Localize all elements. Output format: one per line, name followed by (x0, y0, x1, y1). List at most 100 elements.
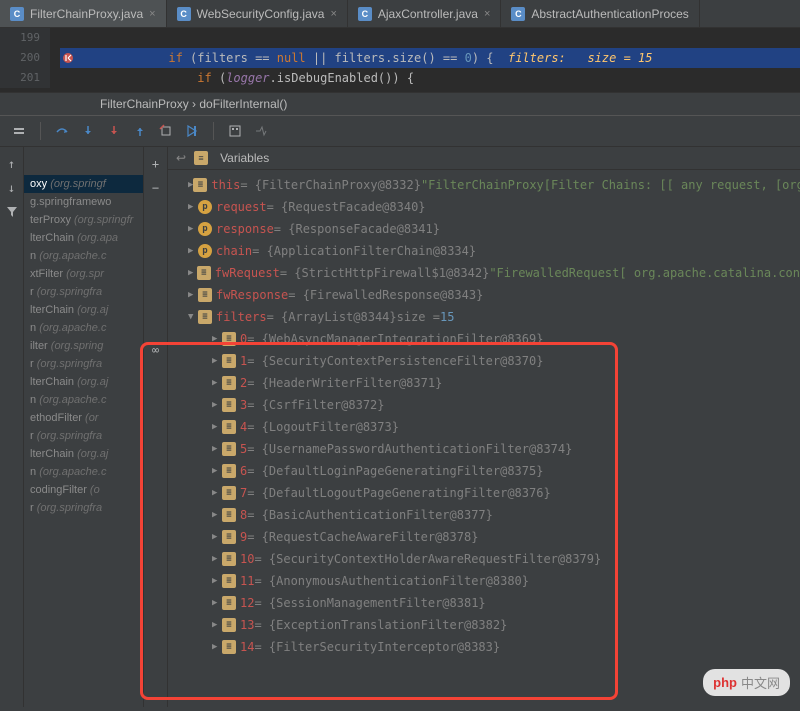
filter-item[interactable]: ▶ ≡ 1 = {SecurityContextPersistenceFilte… (168, 350, 800, 372)
tab-websecurityconfig[interactable]: C WebSecurityConfig.java × (167, 0, 348, 27)
expand-icon[interactable]: ▶ (212, 506, 222, 524)
expand-icon[interactable]: ▶ (188, 220, 198, 238)
tab-label: AbstractAuthenticationProces (531, 7, 688, 21)
variables-header: ↩ ≡ Variables (168, 147, 800, 170)
stack-frame[interactable]: n (org.apache.c (24, 463, 143, 481)
stack-frame[interactable]: r (org.springfra (24, 427, 143, 445)
object-icon: ≡ (222, 530, 236, 544)
evaluate-expression-icon[interactable] (224, 120, 246, 142)
stack-frame[interactable]: r (org.springfra (24, 499, 143, 517)
expand-icon[interactable]: ▶ (212, 484, 222, 502)
stack-frame[interactable]: lterChain (org.aj (24, 373, 143, 391)
filter-item[interactable]: ▶ ≡ 7 = {DefaultLogoutPageGeneratingFilt… (168, 482, 800, 504)
force-step-into-icon[interactable] (103, 120, 125, 142)
stack-frame[interactable]: oxy (org.springf (24, 175, 143, 193)
variables-tree[interactable]: ▶ ≡ this = {FilterChainProxy@8332} "Filt… (168, 170, 800, 662)
breakpoint-icon[interactable] (62, 52, 74, 64)
step-into-icon[interactable] (77, 120, 99, 142)
filter-item[interactable]: ▶ ≡ 11 = {AnonymousAuthenticationFilter@… (168, 570, 800, 592)
stack-frame[interactable]: ilter (org.spring (24, 337, 143, 355)
frames-side-toolbar: ↑ ↓ (0, 147, 24, 707)
variable-row[interactable]: ▶ p chain = {ApplicationFilterChain@8334… (168, 240, 800, 262)
expand-icon[interactable]: ▶ (212, 440, 222, 458)
variable-row[interactable]: ▶ ≡ fwResponse = {FirewalledResponse@834… (168, 284, 800, 306)
close-icon[interactable]: × (149, 8, 155, 20)
filter-item[interactable]: ▶ ≡ 4 = {LogoutFilter@8373} (168, 416, 800, 438)
expand-icon[interactable]: ▶ (212, 396, 222, 414)
filter-item[interactable]: ▶ ≡ 5 = {UsernamePasswordAuthenticationF… (168, 438, 800, 460)
filter-icon[interactable] (1, 201, 23, 223)
close-icon[interactable]: × (484, 8, 490, 20)
stack-frame[interactable]: n (org.apache.c (24, 247, 143, 265)
filter-item[interactable]: ▶ ≡ 12 = {SessionManagementFilter@8381} (168, 592, 800, 614)
tab-label: FilterChainProxy.java (30, 7, 143, 21)
expand-icon[interactable]: ▶ (212, 330, 222, 348)
drop-frame-icon[interactable] (155, 120, 177, 142)
stack-frame[interactable]: n (org.apache.c (24, 319, 143, 337)
stack-frame[interactable]: xtFilter (org.spr (24, 265, 143, 283)
code-keyword: if (168, 51, 182, 65)
expand-icon[interactable]: ▶ (212, 638, 222, 656)
expand-icon[interactable]: ▶ (212, 528, 222, 546)
tab-abstractauth[interactable]: C AbstractAuthenticationProces (501, 0, 699, 27)
filter-item[interactable]: ▶ ≡ 6 = {DefaultLoginPageGeneratingFilte… (168, 460, 800, 482)
expand-icon[interactable]: ▶ (188, 264, 197, 282)
add-watch-icon[interactable]: + (145, 153, 167, 175)
stack-frame[interactable]: terProxy (org.springfr (24, 211, 143, 229)
stack-frame[interactable]: lterChain (org.aj (24, 445, 143, 463)
expand-icon[interactable]: ▶ (212, 572, 222, 590)
variable-row[interactable]: ▶ ≡ this = {FilterChainProxy@8332} "Filt… (168, 174, 800, 196)
tab-filterchainproxy[interactable]: C FilterChainProxy.java × (0, 0, 167, 27)
expand-icon[interactable]: ▶ (188, 242, 198, 260)
stack-frame[interactable]: lterChain (org.aj (24, 301, 143, 319)
filter-item[interactable]: ▶ ≡ 2 = {HeaderWriterFilter@8371} (168, 372, 800, 394)
object-icon: ≡ (222, 398, 236, 412)
stack-frame[interactable]: n (org.apache.c (24, 391, 143, 409)
expand-icon[interactable]: ▶ (212, 374, 222, 392)
stack-frame[interactable]: lterChain (org.apa (24, 229, 143, 247)
expand-icon[interactable]: ▶ (212, 550, 222, 568)
stack-frame[interactable]: codingFilter (o (24, 481, 143, 499)
tab-ajaxcontroller[interactable]: C AjaxController.java × (348, 0, 502, 27)
trace-icon[interactable] (250, 120, 272, 142)
step-over-icon[interactable] (51, 120, 73, 142)
remove-watch-icon[interactable]: − (145, 177, 167, 199)
filter-item[interactable]: ▶ ≡ 9 = {RequestCacheAwareFilter@8378} (168, 526, 800, 548)
frames-panel[interactable]: oxy (org.springfg.springframewo terProxy… (24, 147, 144, 707)
collapse-icon[interactable]: ▼ (188, 308, 198, 326)
expand-icon[interactable]: ▶ (188, 286, 198, 304)
line-gutter: 199 200 201 (0, 28, 50, 88)
variable-row[interactable]: ▶ p response = {ResponseFacade@8341} (168, 218, 800, 240)
restore-layout-icon[interactable]: ↩ (176, 151, 186, 165)
stack-frame[interactable]: g.springframewo (24, 193, 143, 211)
expand-icon[interactable]: ▶ (212, 594, 222, 612)
expand-icon[interactable]: ▶ (212, 418, 222, 436)
variable-row[interactable]: ▶ ≡ fwRequest = {StrictHttpFirewall$1@83… (168, 262, 800, 284)
filter-item[interactable]: ▶ ≡ 8 = {BasicAuthenticationFilter@8377} (168, 504, 800, 526)
filter-item[interactable]: ▶ ≡ 3 = {CsrfFilter@8372} (168, 394, 800, 416)
variable-row[interactable]: ▶ p request = {RequestFacade@8340} (168, 196, 800, 218)
run-to-cursor-icon[interactable] (181, 120, 203, 142)
filter-item[interactable]: ▶ ≡ 10 = {SecurityContextHolderAwareRequ… (168, 548, 800, 570)
show-execution-point-icon[interactable] (8, 120, 30, 142)
stack-frame[interactable]: ethodFilter (or (24, 409, 143, 427)
close-icon[interactable]: × (330, 8, 336, 20)
expand-icon[interactable]: ▶ (188, 198, 198, 216)
expand-icon[interactable]: ▶ (212, 462, 222, 480)
filter-item[interactable]: ▶ ≡ 14 = {FilterSecurityInterceptor@8383… (168, 636, 800, 658)
filter-item[interactable]: ▶ ≡ 13 = {ExceptionTranslationFilter@838… (168, 614, 800, 636)
down-icon[interactable]: ↓ (1, 177, 23, 199)
code-editor[interactable]: 199 200 201 if (filters == null || filte… (0, 28, 800, 92)
variable-row-filters[interactable]: ▼ ≡ filters = {ArrayList@8344} size = 15 (168, 306, 800, 328)
step-out-icon[interactable] (129, 120, 151, 142)
up-icon[interactable]: ↑ (1, 153, 23, 175)
breadcrumb[interactable]: FilterChainProxy › doFilterInternal() (0, 92, 800, 115)
glasses-icon[interactable]: ∞ (145, 339, 167, 361)
stack-frame[interactable]: r (org.springfra (24, 283, 143, 301)
expand-icon[interactable]: ▶ (212, 616, 222, 634)
object-icon: ≡ (222, 552, 236, 566)
stack-frame[interactable]: r (org.springfra (24, 355, 143, 373)
expand-icon[interactable]: ▶ (212, 352, 222, 370)
watermark: php 中文网 (703, 669, 790, 696)
filter-item[interactable]: ▶ ≡ 0 = {WebAsyncManagerIntegrationFilte… (168, 328, 800, 350)
